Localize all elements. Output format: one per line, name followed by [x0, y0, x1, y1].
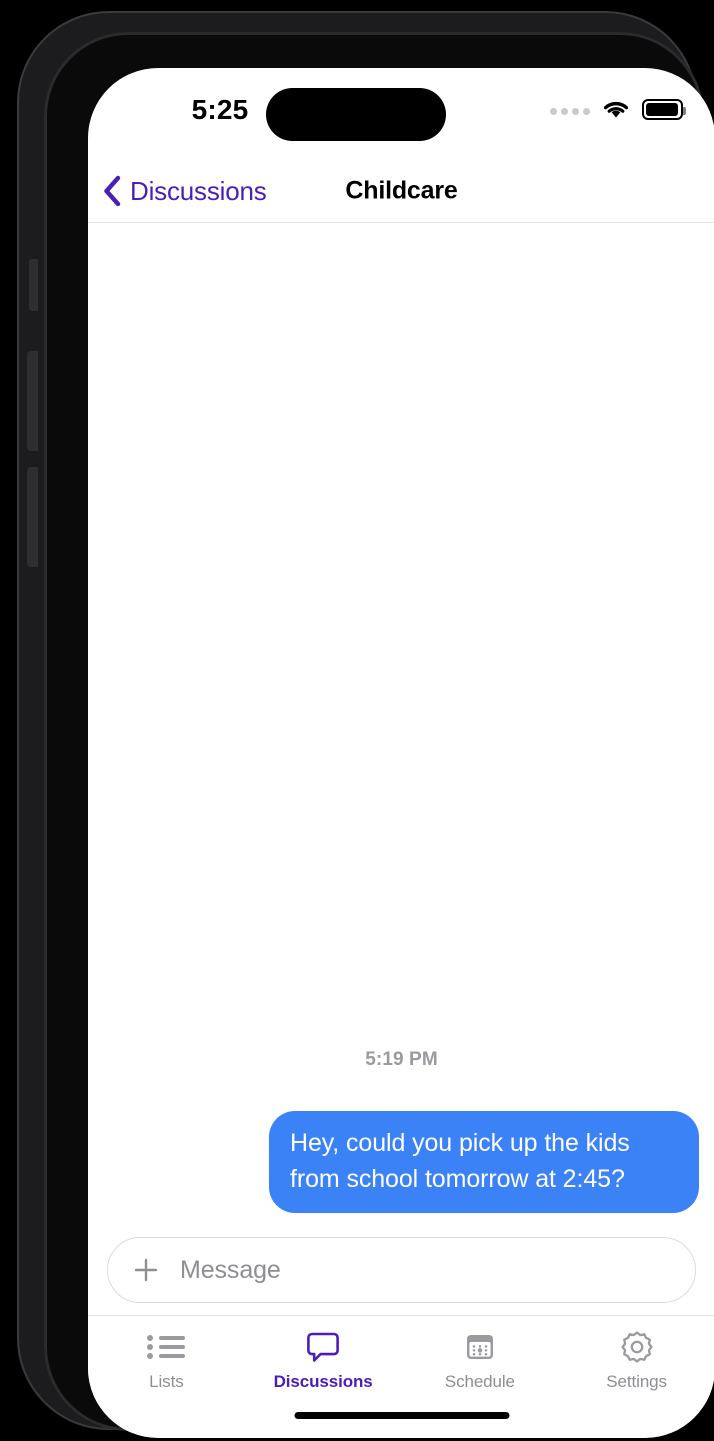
- volume-up-button[interactable]: [27, 351, 38, 451]
- message-row: Hey, could you pick up the kids from sch…: [88, 1111, 714, 1213]
- phone-bezel: 5:25 Discussions Childcare 5:19 PM Hey, …: [44, 32, 714, 1438]
- list-icon: [147, 1330, 186, 1364]
- back-button[interactable]: Discussions: [102, 175, 267, 207]
- status-bar-indicators: [550, 95, 686, 123]
- status-bar: 5:25: [88, 68, 714, 160]
- home-indicator[interactable]: [294, 1412, 509, 1419]
- phone-screen: 5:25 Discussions Childcare 5:19 PM Hey, …: [88, 68, 714, 1438]
- conversation-thread[interactable]: 5:19 PM Hey, could you pick up the kids …: [88, 224, 714, 1225]
- plus-icon[interactable]: [132, 1256, 160, 1284]
- tab-discussions-label: Discussions: [273, 1371, 373, 1391]
- calendar-icon: [464, 1330, 496, 1364]
- message-composer: Message: [88, 1225, 714, 1315]
- tab-discussions[interactable]: Discussions: [245, 1316, 402, 1405]
- tab-schedule[interactable]: Schedule: [402, 1316, 559, 1405]
- signal-dots-icon: [550, 107, 590, 115]
- tab-settings[interactable]: Settings: [558, 1316, 714, 1405]
- chevron-left-icon: [104, 175, 121, 207]
- tab-settings-label: Settings: [606, 1371, 667, 1391]
- wifi-icon: [603, 102, 629, 118]
- tab-schedule-label: Schedule: [444, 1371, 515, 1391]
- phone-frame: 5:25 Discussions Childcare 5:19 PM Hey, …: [17, 11, 714, 1438]
- back-button-label: Discussions: [130, 175, 267, 206]
- message-bubble-outgoing[interactable]: Hey, could you pick up the kids from sch…: [269, 1111, 699, 1213]
- chat-bubble-icon: [306, 1330, 340, 1364]
- silent-switch-button[interactable]: [29, 259, 38, 311]
- status-bar-time: 5:25: [191, 94, 249, 125]
- message-timestamp: 5:19 PM: [365, 1049, 438, 1070]
- message-input[interactable]: Message: [107, 1237, 696, 1303]
- dynamic-island: [266, 88, 446, 141]
- tab-lists-label: Lists: [149, 1371, 184, 1391]
- tab-bar: Lists Discussions Schedule Settings: [88, 1315, 714, 1405]
- volume-down-button[interactable]: [27, 467, 38, 567]
- message-input-placeholder: Message: [180, 1255, 281, 1284]
- tab-lists[interactable]: Lists: [88, 1316, 245, 1405]
- gear-icon: [620, 1330, 654, 1364]
- navigation-bar: Discussions Childcare: [88, 160, 714, 223]
- battery-icon: [642, 98, 686, 120]
